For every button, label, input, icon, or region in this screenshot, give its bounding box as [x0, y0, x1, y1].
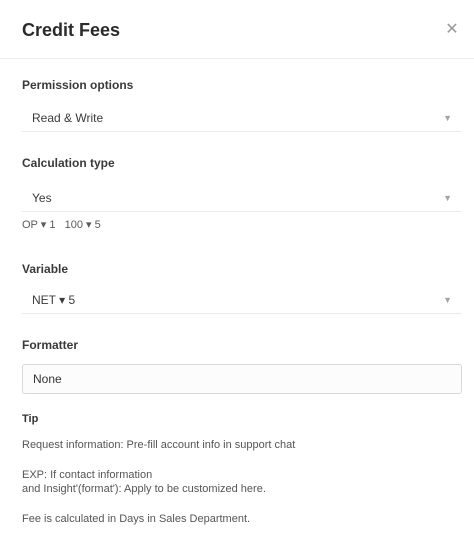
dialog-title: Credit Fees — [22, 19, 121, 40]
variable-value: NET ▾ 5 — [32, 292, 76, 307]
tip-heading: Tip — [22, 413, 39, 425]
field2-label: Calculation type — [22, 156, 115, 170]
header-divider — [0, 58, 474, 59]
variable-select[interactable]: NET ▾ 5 ▼ — [22, 286, 462, 314]
formatter-input[interactable]: None — [22, 364, 462, 394]
chevron-down-icon: ▼ — [443, 112, 452, 123]
tip-line-1: Request information: Pre-fill account in… — [22, 439, 296, 451]
formatter-value: None — [33, 372, 62, 386]
permission-value: Read & Write — [32, 110, 104, 125]
field4-label: Formatter — [22, 338, 79, 352]
chevron-down-icon: ▼ — [443, 192, 452, 203]
dialog-header: Credit Fees ✕ — [22, 16, 460, 44]
calculation-type-select[interactable]: Yes ▼ — [22, 184, 462, 212]
calculation-type-value: Yes — [32, 190, 52, 205]
field3-label: Variable — [22, 262, 69, 276]
chevron-down-icon: ▼ — [443, 294, 452, 305]
calculation-options[interactable]: OP ▾ 1 100 ▾ 5 — [22, 218, 101, 231]
field1-label: Permission options — [22, 78, 134, 92]
permission-select[interactable]: Read & Write ▼ — [22, 104, 462, 132]
tip-line-2a: EXP: If contact information — [22, 469, 153, 481]
close-icon[interactable]: ✕ — [444, 22, 460, 38]
tip-line-2b: and Insight'(format'): Apply to be custo… — [22, 483, 266, 495]
tip-line-3: Fee is calculated in Days in Sales Depar… — [22, 513, 251, 525]
